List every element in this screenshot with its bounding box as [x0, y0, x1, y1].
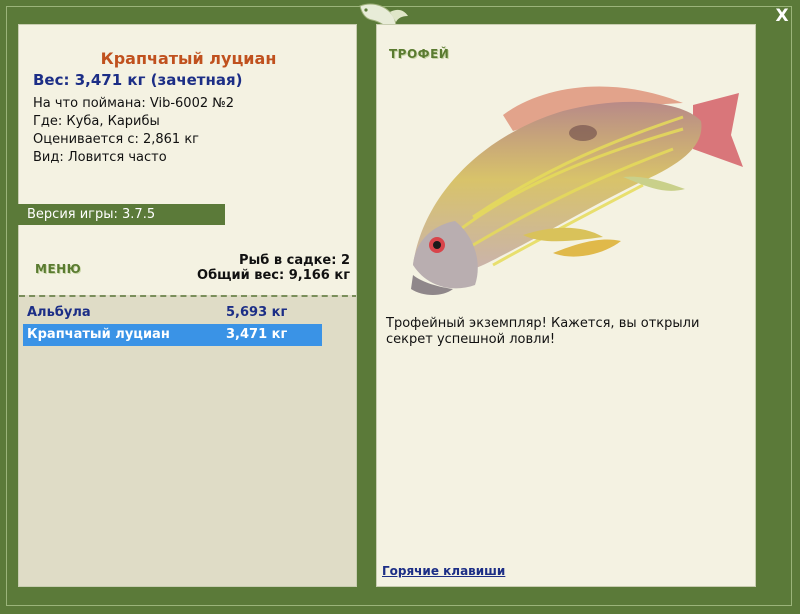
list-item-weight: 3,471 кг	[226, 327, 288, 342]
list-item[interactable]: Альбула 5,693 кг	[23, 302, 322, 324]
trophy-panel: ТРОФЕЙ Трофейный экземпляр! Кажется, вы …	[376, 24, 756, 587]
location: Где: Куба, Карибы	[33, 114, 160, 129]
rated-from: Оценивается с: 2,861 кг	[33, 132, 200, 147]
version-badge: Версия игры: 3.7.5	[18, 204, 225, 225]
fish-image	[411, 86, 743, 295]
fish-title: Крапчатый луциан	[100, 49, 277, 68]
cage-fish-count: Рыб в садке: 2	[238, 253, 350, 268]
dashed-separator	[19, 295, 356, 297]
close-button[interactable]: X	[772, 6, 792, 26]
list-item-selected[interactable]: Крапчатый луциан 3,471 кг	[23, 324, 322, 346]
fish-info-panel: Крапчатый луциан Вес: 3,471 кг (зачетная…	[18, 24, 357, 587]
cage-summary: Рыб в садке: 2 Общий вес: 9,166 кг	[197, 253, 350, 283]
trophy-label: ТРОФЕЙ	[389, 47, 450, 61]
fish-kind: Вид: Ловится часто	[33, 150, 167, 165]
cage-total-weight: Общий вес: 9,166 кг	[197, 268, 350, 283]
game-window: X Крапчатый луциан Вес: 3,471 кг (зачетн…	[0, 0, 800, 614]
hotkeys-link[interactable]: Горячие клавиши	[382, 564, 505, 578]
trophy-description: Трофейный экземпляр! Кажется, вы открыли…	[386, 316, 700, 347]
list-item-name: Альбула	[27, 305, 91, 320]
caught-with: На что поймана: Vib-6002 №2	[33, 96, 235, 111]
list-item-name: Крапчатый луциан	[27, 327, 170, 342]
list-item-weight: 5,693 кг	[226, 305, 288, 320]
fish-weight: Вес: 3,471 кг (зачетная)	[33, 71, 243, 89]
menu-button[interactable]: МЕНЮ	[35, 262, 81, 276]
